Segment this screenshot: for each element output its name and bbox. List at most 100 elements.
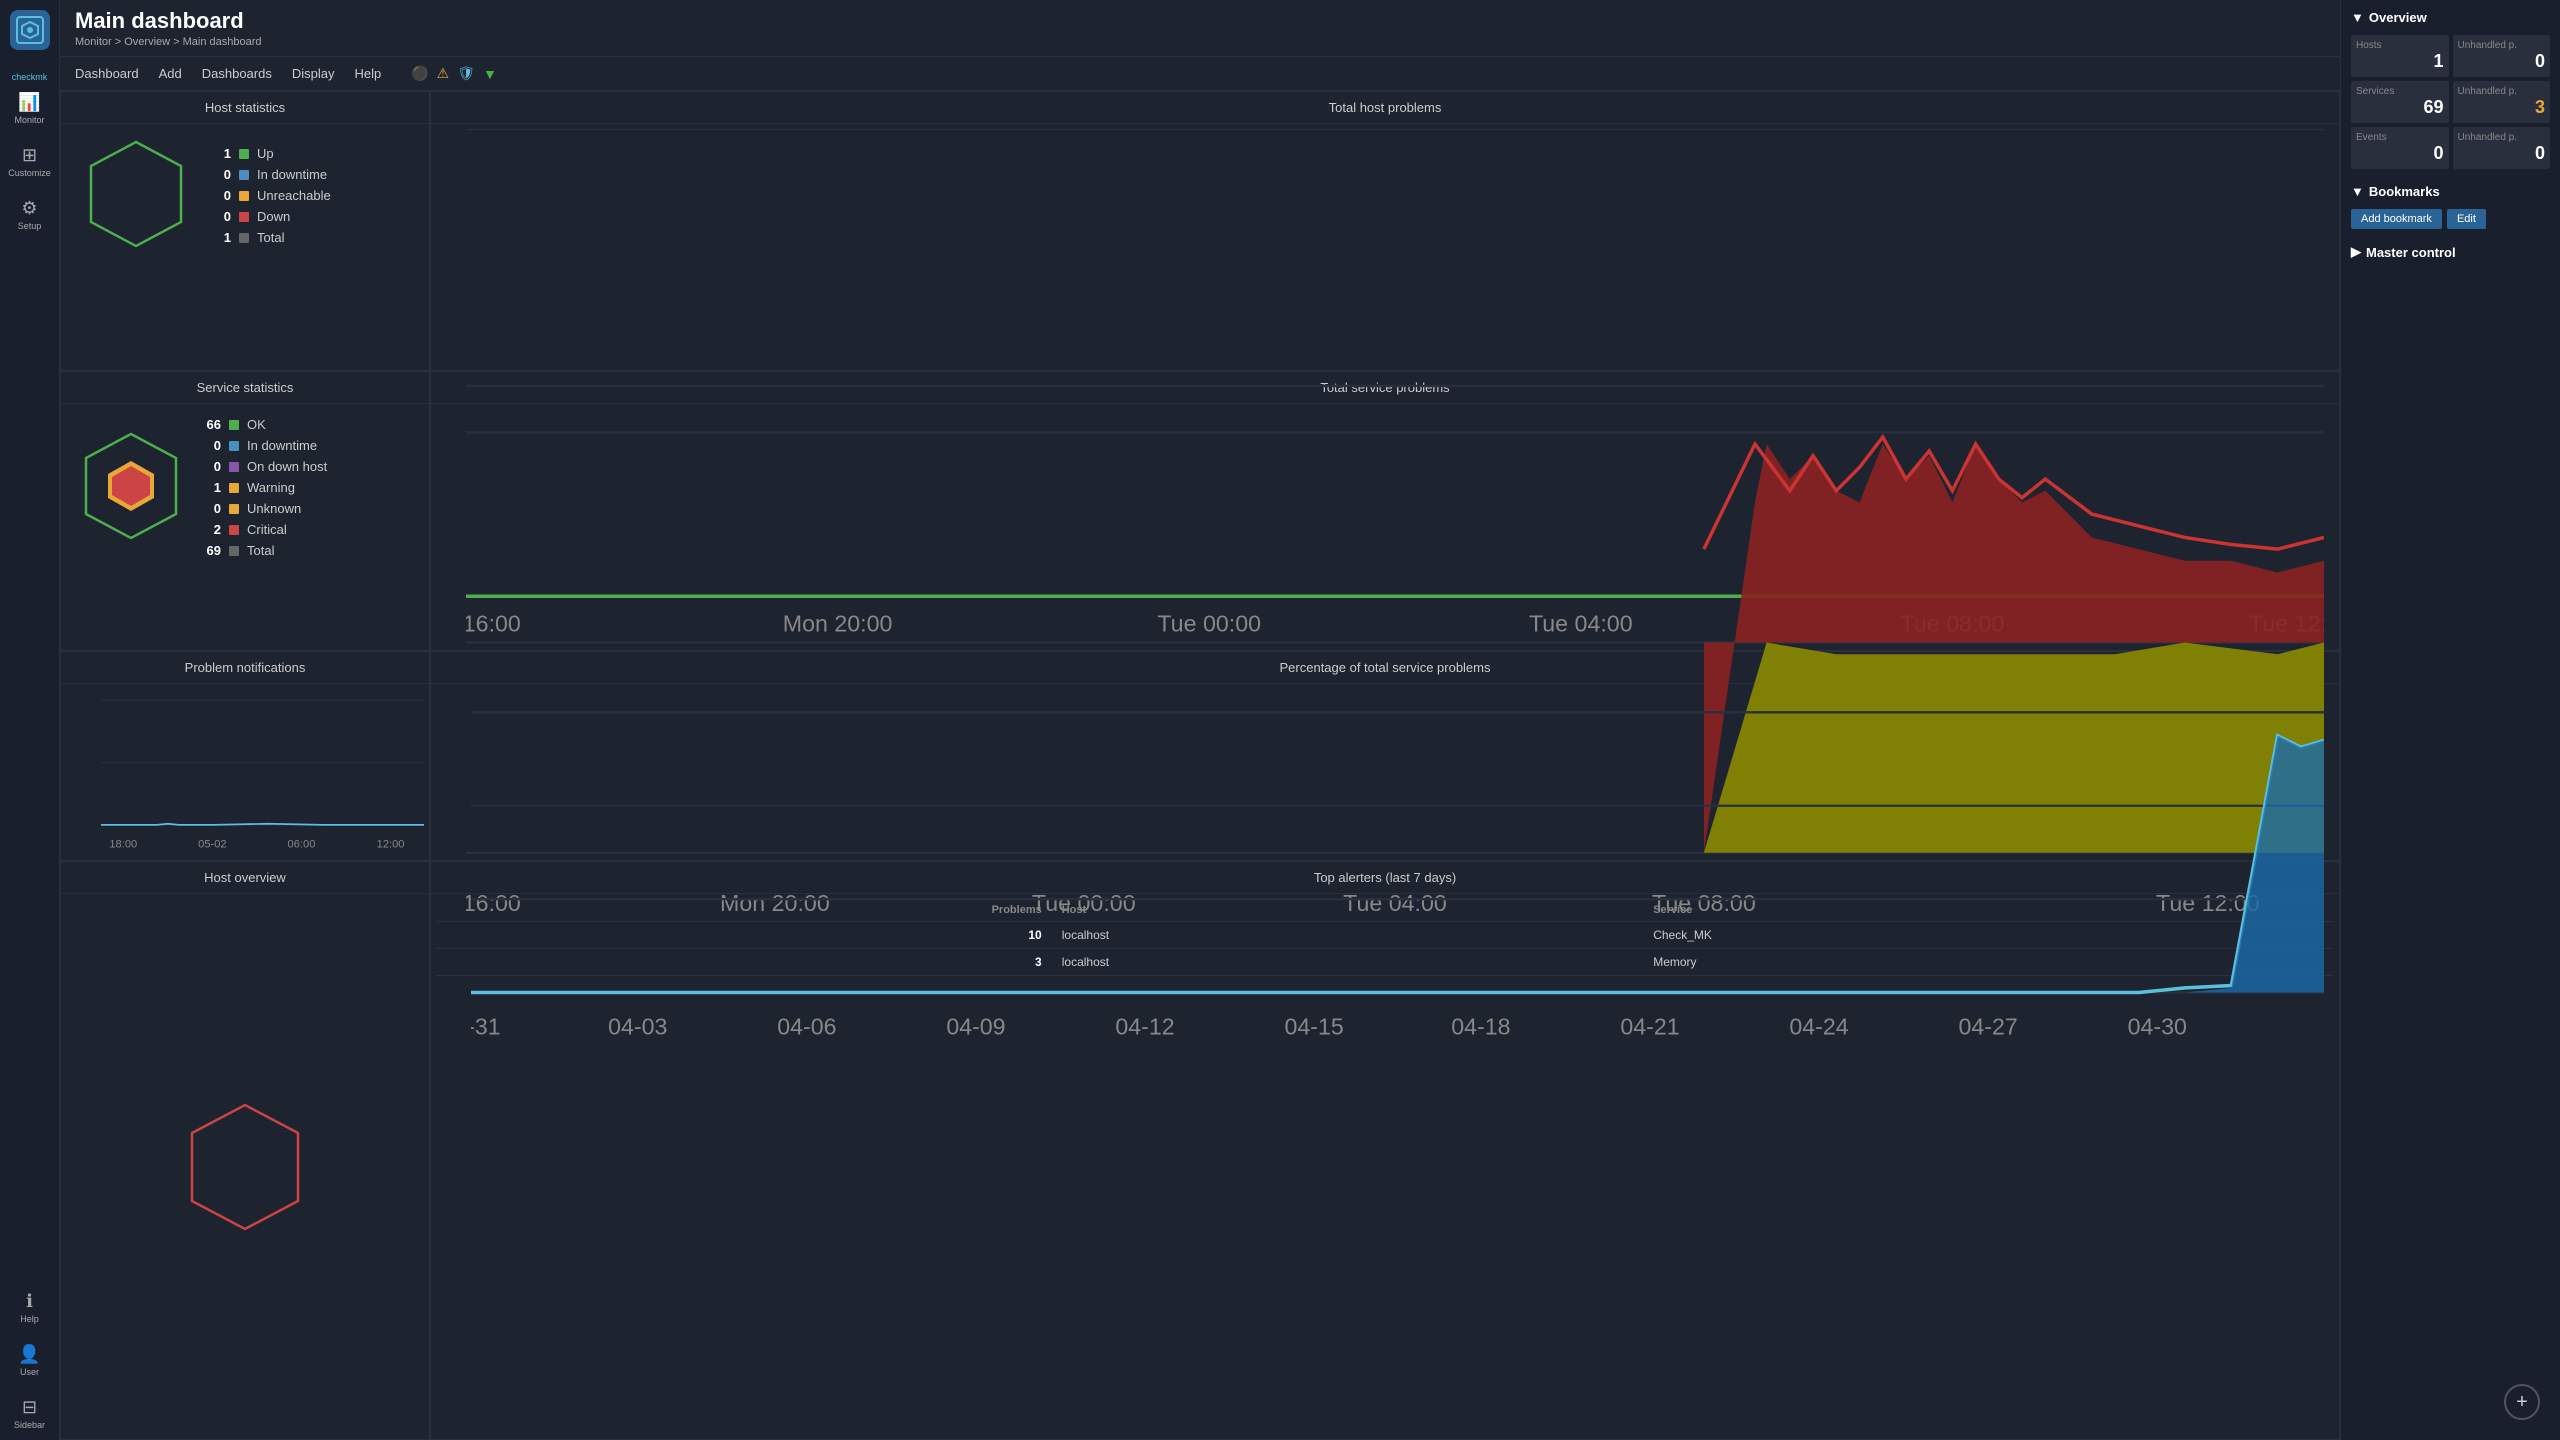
service-chart-panel: Total service problems 0 2 4 Mon 16:00 M…: [430, 371, 2340, 651]
service-unknown-num: 0: [201, 501, 221, 516]
service-stat-critical[interactable]: 2 Critical: [201, 519, 327, 540]
overview-collapse-icon: ▼: [2351, 10, 2364, 25]
host-stat-up[interactable]: 1 Up: [211, 143, 331, 164]
host-chart-panel: Total host problems 0 Mon 16:00 Mon 20:0…: [430, 91, 2340, 371]
service-stat-warning[interactable]: 1 Warning: [201, 477, 327, 498]
sidebar-item-setup-label: Setup: [18, 221, 42, 231]
add-dashboard-button[interactable]: +: [2504, 1384, 2540, 1420]
service-stat-ok[interactable]: 66 OK: [201, 414, 327, 435]
pct-chart-svg: 0 2.0% 4.0% 6.0% 03-31 04-03 04-06 04-09…: [471, 689, 2324, 1063]
host-stat-unreachable[interactable]: 0 Unreachable: [211, 185, 331, 206]
svg-text:05-02: 05-02: [198, 838, 226, 850]
service-down-host-dot: [229, 462, 239, 472]
overview-section-header[interactable]: ▼ Overview: [2351, 10, 2550, 25]
bookmarks-section-header[interactable]: ▼ Bookmarks: [2351, 184, 2550, 199]
services-label: Services: [2356, 86, 2444, 97]
svg-text:04-12: 04-12: [1115, 1013, 1174, 1039]
topbar: Main dashboard Monitor > Overview > Main…: [60, 0, 2340, 57]
host-statistics-title: Host statistics: [61, 92, 429, 124]
host-down-dot: [239, 212, 249, 222]
host-stat-down[interactable]: 0 Down: [211, 206, 331, 227]
host-overview-hexagon: [180, 1097, 310, 1237]
breadcrumb-monitor[interactable]: Monitor: [75, 36, 112, 48]
service-stat-unknown[interactable]: 0 Unknown: [201, 498, 327, 519]
nav-help[interactable]: Help: [354, 63, 381, 84]
app-logo[interactable]: [10, 10, 50, 50]
svg-text:04-18: 04-18: [1451, 1013, 1510, 1039]
service-ok-dot: [229, 420, 239, 430]
service-stat-down-host[interactable]: 0 On down host: [201, 456, 327, 477]
sidebar-item-help[interactable]: ℹ Help: [14, 1281, 45, 1334]
nav-dashboards[interactable]: Dashboards: [202, 63, 272, 84]
customize-icon: ⊞: [22, 145, 37, 166]
sidebar-item-setup[interactable]: ⚙ Setup: [0, 188, 59, 241]
services-stat-box: Services 69: [2351, 81, 2449, 123]
sidebar-item-monitor[interactable]: 📊 Monitor: [0, 82, 59, 135]
sidebar-item-monitor-label: Monitor: [14, 115, 44, 125]
host-statistics-panel: Host statistics 1 Up 0 I: [60, 91, 430, 371]
nav-icon-warning[interactable]: ⚠: [437, 65, 450, 82]
hosts-unhandled-stat-box: Unhandled p. 0: [2453, 35, 2551, 77]
host-up-dot: [239, 149, 249, 159]
service-statistics-panel: Service statistics 66 OK: [60, 371, 430, 651]
hosts-value: 1: [2356, 51, 2444, 72]
service-total-dot: [229, 546, 239, 556]
service-down-host-label: On down host: [247, 459, 327, 474]
service-ok-num: 66: [201, 417, 221, 432]
nav-dashboard[interactable]: Dashboard: [75, 63, 139, 84]
nav-display[interactable]: Display: [292, 63, 335, 84]
svg-text:04-03: 04-03: [608, 1013, 667, 1039]
sidebar-item-sidebar-label: Sidebar: [14, 1420, 45, 1430]
nav-icon-shield[interactable]: 🛡: [457, 65, 475, 82]
sidebar-item-user[interactable]: 👤 User: [14, 1334, 45, 1387]
svg-text:18:00: 18:00: [109, 838, 137, 850]
services-unhandled-stat-box: Unhandled p. 3: [2453, 81, 2551, 123]
bookmarks-section: ▼ Bookmarks Add bookmark Edit: [2351, 184, 2550, 229]
host-downtime-num: 0: [211, 167, 231, 182]
service-down-host-num: 0: [201, 459, 221, 474]
left-sidebar: checkmk 📊 Monitor ⊞ Customize ⚙ Setup ℹ …: [0, 0, 60, 1440]
service-stat-total: 69 Total: [201, 540, 327, 561]
breadcrumb-overview[interactable]: Overview: [124, 36, 170, 48]
nav-icon-filter[interactable]: ▼: [483, 66, 497, 82]
service-warning-dot: [229, 483, 239, 493]
nav-icon-circle[interactable]: ⚫: [411, 65, 428, 82]
sidebar-item-customize[interactable]: ⊞ Customize: [0, 135, 59, 188]
services-unhandled-value: 3: [2458, 97, 2546, 118]
svg-text:04-27: 04-27: [1959, 1013, 2018, 1039]
host-unreachable-label: Unreachable: [257, 188, 331, 203]
svg-text:04-09: 04-09: [946, 1013, 1005, 1039]
host-downtime-dot: [239, 170, 249, 180]
events-label: Events: [2356, 132, 2444, 143]
overview-stats-grid: Hosts 1 Unhandled p. 0 Services 69 Unhan…: [2351, 35, 2550, 169]
service-downtime-label: In downtime: [247, 438, 317, 453]
nav-add[interactable]: Add: [159, 63, 182, 84]
host-total-num: 1: [211, 230, 231, 245]
svg-text:04-15: 04-15: [1285, 1013, 1344, 1039]
app-name: checkmk: [12, 72, 48, 82]
host-stat-downtime[interactable]: 0 In downtime: [211, 164, 331, 185]
service-warning-label: Warning: [247, 480, 295, 495]
sidebar-item-sidebar[interactable]: ⊟ Sidebar: [14, 1387, 45, 1440]
service-downtime-dot: [229, 441, 239, 451]
service-critical-label: Critical: [247, 522, 287, 537]
host-downtime-label: In downtime: [257, 167, 327, 182]
service-stats-list: 66 OK 0 In downtime 0 On down host: [201, 414, 327, 561]
dashboard: Host statistics 1 Up 0 I: [60, 91, 2340, 1440]
master-control-header[interactable]: ▶ Master control: [2351, 244, 2550, 260]
service-stat-downtime[interactable]: 0 In downtime: [201, 435, 327, 456]
master-control-title: Master control: [2366, 245, 2456, 260]
sidebar-item-customize-label: Customize: [8, 168, 51, 178]
service-unknown-label: Unknown: [247, 501, 301, 516]
add-bookmark-button[interactable]: Add bookmark: [2351, 209, 2442, 229]
right-sidebar: ▼ Overview Hosts 1 Unhandled p. 0 Servic…: [2340, 0, 2560, 1440]
breadcrumb-main-dashboard[interactable]: Main dashboard: [183, 36, 262, 48]
service-warning-num: 1: [201, 480, 221, 495]
hosts-stat-box: Hosts 1: [2351, 35, 2449, 77]
host-up-label: Up: [257, 146, 274, 161]
svg-text:04-24: 04-24: [1789, 1013, 1848, 1039]
edit-bookmark-button[interactable]: Edit: [2447, 209, 2486, 229]
host-stat-total: 1 Total: [211, 227, 331, 248]
nav-icons: ⚫ ⚠ 🛡 ▼: [411, 65, 497, 82]
host-up-num: 1: [211, 146, 231, 161]
